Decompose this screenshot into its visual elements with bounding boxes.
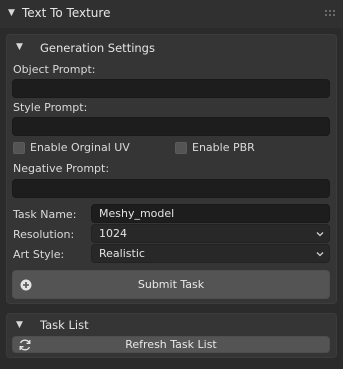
plus-circle-icon [20, 279, 32, 291]
collapse-triangle-icon[interactable]: ▼ [16, 320, 23, 330]
collapse-triangle-icon[interactable]: ▼ [8, 8, 18, 18]
enable-pbr-label[interactable]: Enable PBR [192, 141, 255, 154]
submit-task-label: Submit Task [137, 278, 205, 291]
refresh-icon [19, 339, 31, 351]
art-style-label: Art Style: [13, 248, 65, 261]
refresh-task-list-button[interactable]: Refresh Task List [12, 336, 330, 353]
object-prompt-input[interactable] [12, 79, 330, 98]
negative-prompt-label: Negative Prompt: [13, 162, 110, 175]
resolution-value: 1024 [99, 227, 127, 240]
task-list-title[interactable]: Task List [40, 318, 89, 332]
chevron-down-icon [316, 232, 324, 237]
resolution-label: Resolution: [13, 228, 75, 241]
task-name-input[interactable]: Meshy_model [91, 204, 330, 223]
resolution-select[interactable]: 1024 [91, 224, 330, 243]
submit-task-button[interactable]: Submit Task [12, 270, 330, 299]
panel-title: Text To Texture [22, 6, 111, 20]
negative-prompt-input[interactable] [12, 179, 330, 198]
refresh-task-list-label: Refresh Task List [125, 338, 217, 351]
style-prompt-input[interactable] [12, 117, 330, 136]
enable-uv-label[interactable]: Enable Orginal UV [30, 141, 130, 154]
style-prompt-label: Style Prompt: [13, 101, 88, 114]
collapse-triangle-icon[interactable]: ▼ [16, 42, 23, 52]
enable-uv-checkbox[interactable] [13, 142, 25, 154]
object-prompt-label: Object Prompt: [13, 63, 96, 76]
art-style-value: Realistic [99, 247, 145, 260]
task-name-label: Task Name: [13, 208, 77, 221]
generation-settings-title[interactable]: Generation Settings [40, 41, 155, 55]
enable-pbr-checkbox[interactable] [175, 142, 187, 154]
chevron-down-icon [316, 252, 324, 257]
art-style-select[interactable]: Realistic [91, 244, 330, 263]
panel-header[interactable]: ▼ Text To Texture [0, 0, 343, 28]
drag-grip-icon[interactable] [325, 10, 335, 18]
